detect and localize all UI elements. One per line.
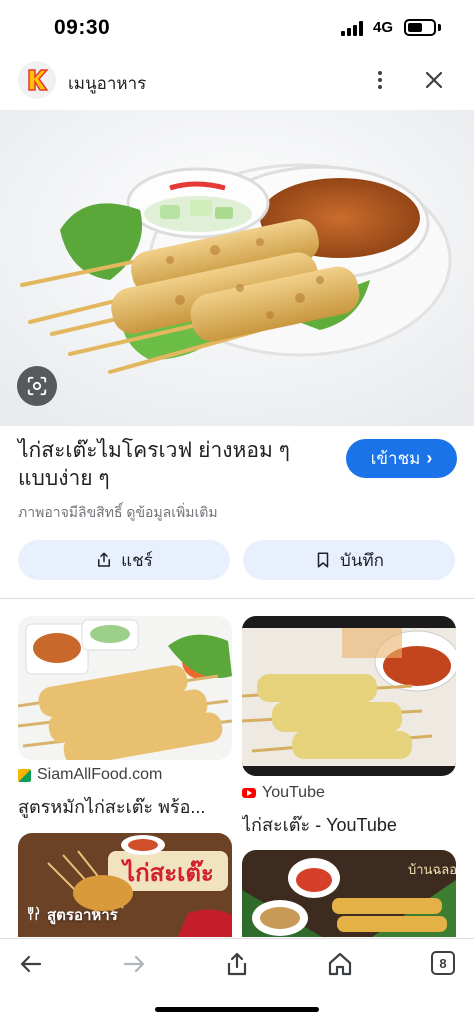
lens-search-icon[interactable] <box>17 366 57 406</box>
source-name: SiamAllFood.com <box>37 766 163 783</box>
copyright-note[interactable]: ภาพอาจมีลิขสิทธิ์ ดูข้อมูลเพิ่มเติม <box>18 502 218 524</box>
banner-text: ไก่สะเต๊ะ <box>120 858 214 887</box>
more-vert-icon[interactable] <box>366 64 394 96</box>
close-icon[interactable] <box>420 66 448 94</box>
related-thumbnail-4[interactable]: บ้านฉลอง <box>242 850 456 937</box>
battery-tip <box>438 24 441 31</box>
app-header: เมนูอาหาร <box>0 58 474 106</box>
related-source-2[interactable]: YouTube <box>242 784 325 802</box>
signal-icon <box>341 21 365 36</box>
home-indicator <box>155 1007 319 1012</box>
page-title: เมนูอาหาร <box>68 74 147 93</box>
share-icon[interactable] <box>224 951 250 977</box>
overlay-text: บ้านฉลอง <box>408 862 456 877</box>
related-caption-2[interactable]: ไก่สะเต๊ะ - YouTube <box>242 810 456 839</box>
visit-label: เข้าชม <box>370 449 421 468</box>
tab-switcher-button[interactable]: 8 <box>431 951 455 975</box>
recipe-chip[interactable]: สูตรอาหาร <box>26 903 118 927</box>
source-name: YouTube <box>262 784 325 801</box>
back-arrow-icon[interactable] <box>18 951 44 977</box>
hero-image[interactable] <box>0 110 474 426</box>
home-icon[interactable] <box>327 951 353 977</box>
chevron-right-icon: › <box>426 448 433 468</box>
share-icon <box>98 552 111 567</box>
status-time: 09:30 <box>54 16 111 39</box>
k-logo-icon[interactable] <box>18 61 56 99</box>
site-favicon-icon <box>18 768 31 782</box>
related-caption-1[interactable]: สูตรหมักไก่สะเต๊ะ พร้อ... <box>18 792 232 821</box>
bookmark-icon <box>317 552 329 568</box>
recipe-chip-label: สูตรอาหาร <box>47 907 118 924</box>
battery-icon <box>404 19 436 36</box>
related-thumbnail-2[interactable] <box>242 616 456 776</box>
network-label: 4G <box>373 19 394 36</box>
share-button[interactable]: แชร์ <box>18 540 230 580</box>
result-title[interactable]: ไก่สะเต๊ะไมโครเวฟ ย่างหอม ๆ แบบง่าย ๆ <box>18 437 318 493</box>
fork-knife-icon <box>26 905 41 925</box>
save-label: บันทึก <box>340 550 384 570</box>
save-button[interactable]: บันทึก <box>243 540 455 580</box>
forward-arrow-icon[interactable] <box>121 951 147 977</box>
youtube-icon <box>242 788 256 798</box>
share-label: แชร์ <box>121 550 153 570</box>
visit-button[interactable]: เข้าชม › <box>346 439 457 478</box>
related-thumbnail-1[interactable] <box>18 616 232 760</box>
status-bar: 09:30 4G <box>0 0 474 56</box>
related-source-1[interactable]: SiamAllFood.com <box>18 766 162 784</box>
divider <box>0 598 474 599</box>
